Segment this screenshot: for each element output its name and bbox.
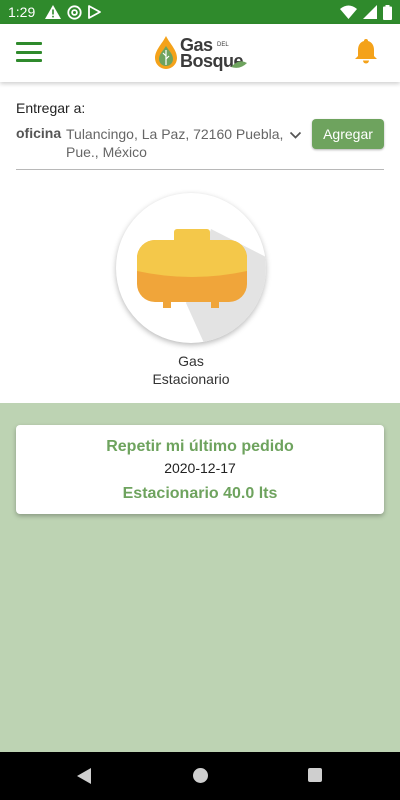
status-system-icons — [340, 4, 392, 20]
deliver-to-label: Entregar a: — [16, 100, 86, 116]
stationary-gas-tank-icon — [137, 229, 266, 343]
at-sign-icon — [67, 4, 82, 20]
add-address-button[interactable]: Agregar — [312, 119, 384, 149]
gas-del-bosque-logo: Gas DEL Bosque — [155, 34, 250, 74]
signal-icon — [363, 5, 377, 19]
address-divider — [16, 169, 384, 170]
bell-icon[interactable] — [354, 38, 378, 69]
hamburger-menu-icon[interactable] — [16, 42, 42, 62]
repeat-order-date: 2020-12-17 — [164, 460, 236, 476]
home-icon[interactable] — [193, 768, 208, 783]
back-icon[interactable] — [76, 768, 92, 789]
repeat-order-product: Estacionario 40.0 lts — [122, 485, 278, 502]
status-notification-icons — [45, 4, 102, 20]
battery-icon — [383, 4, 392, 20]
warning-icon — [45, 5, 62, 19]
gas-tank-label-line2: Estacionario — [152, 371, 230, 387]
gas-tank-label-line1: Gas — [178, 353, 204, 369]
app-bar: Gas DEL Bosque — [0, 24, 400, 82]
logo-text-del: DEL — [217, 42, 229, 48]
address-select[interactable]: Tulancingo, La Paz, 72160 Puebla, Pue., … — [66, 125, 288, 161]
status-time: 1:29 — [8, 4, 36, 20]
repeat-last-order-card[interactable]: Repetir mi último pedido 2020-12-17 Esta… — [16, 425, 384, 514]
wifi-icon — [340, 5, 357, 19]
gas-tank-card[interactable] — [116, 193, 266, 343]
address-kind[interactable]: oficina — [16, 125, 61, 141]
repeat-order-title: Repetir mi último pedido — [106, 438, 294, 455]
system-navigation-bar — [0, 752, 400, 800]
chevron-down-icon[interactable] — [289, 127, 302, 145]
recent-apps-icon[interactable] — [308, 768, 322, 782]
flame-drop-icon — [155, 36, 177, 69]
play-store-icon — [88, 5, 102, 19]
leaf-icon — [231, 61, 247, 68]
status-bar: 1:29 — [0, 0, 400, 24]
gas-tank-label: Gas Estacionario — [116, 352, 266, 388]
